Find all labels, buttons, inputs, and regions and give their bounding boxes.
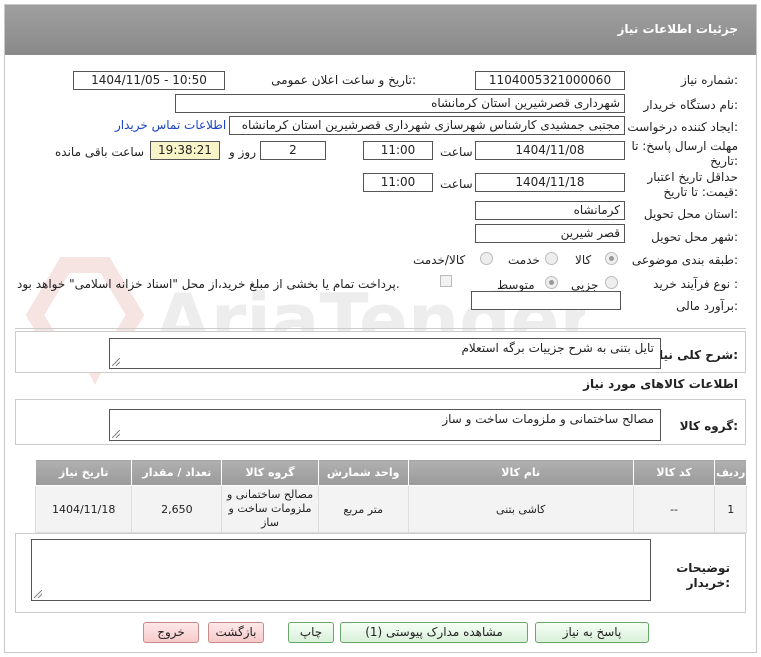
buyer-contact-link[interactable]: اطلاعات تماس خریدار [115,118,226,132]
summary-label: شرح کلی نیاز: [652,348,738,362]
goods-group-textarea[interactable]: مصالح ساختمانی و ملزومات ساخت و ساز [109,409,661,441]
validity-label-line2: قیمت: تا تاریخ: [663,185,738,199]
treasury-payment-note: پرداخت تمام یا بخشی از مبلغ خرید،از محل … [17,277,400,291]
category-option-goods-service: کالا/خدمت [413,253,466,267]
col-code: کد کالا [632,459,716,486]
deadline-time-label: ساعت [440,145,473,159]
city-field: قصر شیرین [475,224,625,243]
process-radio-medium[interactable] [545,276,558,289]
process-radio-partial[interactable] [605,276,618,289]
province-field: کرمانشاه [475,201,625,220]
table-row: 1 -- کاشی بتنی متر مربع مصالح ساختمانی و… [34,485,747,533]
buyer-org-label: نام دستگاه خریدار: [643,98,739,112]
deadline-date-field: 1404/11/08 [475,141,625,160]
col-group: گروه کالا [221,459,319,486]
announce-label: تاریخ و ساعت اعلان عمومی: [271,73,416,87]
province-label: استان محل تحویل: [643,207,738,221]
days-label: روز و [229,145,256,159]
cell-code: -- [632,485,716,533]
items-table-header: ردیف کد کالا نام کالا واحد شمارش گروه کا… [34,459,747,486]
process-option-partial: جزیی [571,278,599,292]
summary-textarea[interactable]: تایل بتنی به شرح جزییات برگه استعلام [109,338,661,369]
cell-row: 1 [714,485,747,533]
notes-label-line1: توضیحات [676,561,730,575]
remaining-label: ساعت باقی مانده [55,145,145,159]
remaining-time-field: 19:38:21 [150,141,220,160]
goods-group-label: گروه کالا: [679,419,738,433]
category-radio-goods[interactable] [605,252,618,265]
city-label: شهر محل تحویل: [651,230,738,244]
validity-label-line1: حداقل تاریخ اعتبار [647,170,738,184]
header-bar: جزئیات اطلاعات نیاز [5,5,756,55]
buyer-org-field: شهرداری قصرشیرین استان کرمانشاه [175,94,625,113]
validity-time-label: ساعت [440,177,473,191]
items-table: ردیف کد کالا نام کالا واحد شمارش گروه کا… [34,459,747,533]
col-name: نام کالا [407,459,634,486]
budget-label: برآورد مالی: [676,299,738,313]
category-radio-service[interactable] [545,252,558,265]
page-title: جزئیات اطلاعات نیاز [617,22,738,36]
category-option-service: خدمت [508,253,540,267]
category-option-goods: کالا [575,253,592,267]
days-field: 2 [260,141,326,160]
treasury-payment-checkbox[interactable] [440,275,452,287]
validity-date-field: 1404/11/18 [475,173,625,192]
budget-field[interactable] [471,291,621,310]
divider [15,328,746,329]
creator-field: مجتبی جمشیدی کارشناس شهرسازی شهرداری قصر… [229,116,625,135]
notes-textarea[interactable] [31,539,651,601]
process-label: نوع فرآیند خرید : [653,277,738,291]
exit-button[interactable]: خروج [143,622,199,643]
cell-group: مصالح ساختمانی و ملزومات ساخت و ساز [221,485,319,533]
back-button[interactable]: بازگشت [208,622,264,643]
reply-button[interactable]: پاسخ به نیاز [535,622,649,643]
creator-label: ایجاد کننده درخواست: [627,120,738,134]
goods-section-title: اطلاعات کالاهای مورد نیاز [583,377,738,391]
notes-label-line2: خریدار: [686,576,730,590]
print-button[interactable]: چاپ [288,622,334,643]
cell-quantity: 2,650 [131,485,223,533]
col-row: ردیف [714,459,747,486]
validity-time-field: 11:00 [363,173,433,192]
category-label: طبقه بندی موضوعی: [631,253,738,267]
view-attachments-button[interactable]: مشاهده مدارک پیوستی (1) [340,622,528,643]
cell-name: کاشی بتنی [407,485,634,533]
col-unit: واحد شمارش [317,459,409,486]
process-option-medium: متوسط [497,278,535,292]
col-date: تاریخ نیاز [34,459,133,486]
col-quantity: تعداد / مقدار [131,459,223,486]
need-number-label: شماره نیاز: [680,73,738,87]
category-radio-goods-service[interactable] [480,252,493,265]
watermark-logo: AriaTender.neT [25,257,585,385]
deadline-label-line1: مهلت ارسال پاسخ: تا [631,139,738,153]
need-number-field: 1104005321000060 [475,71,625,90]
deadline-time-field: 11:00 [363,141,433,160]
cell-unit: متر مربع [317,485,409,533]
deadline-label-line2: تاریخ: [710,154,738,168]
cell-date: 1404/11/18 [34,485,133,533]
announce-datetime-field: 1404/11/05 - 10:50 [73,71,225,90]
main-frame: جزئیات اطلاعات نیاز AriaTender.neT شماره… [4,4,757,653]
